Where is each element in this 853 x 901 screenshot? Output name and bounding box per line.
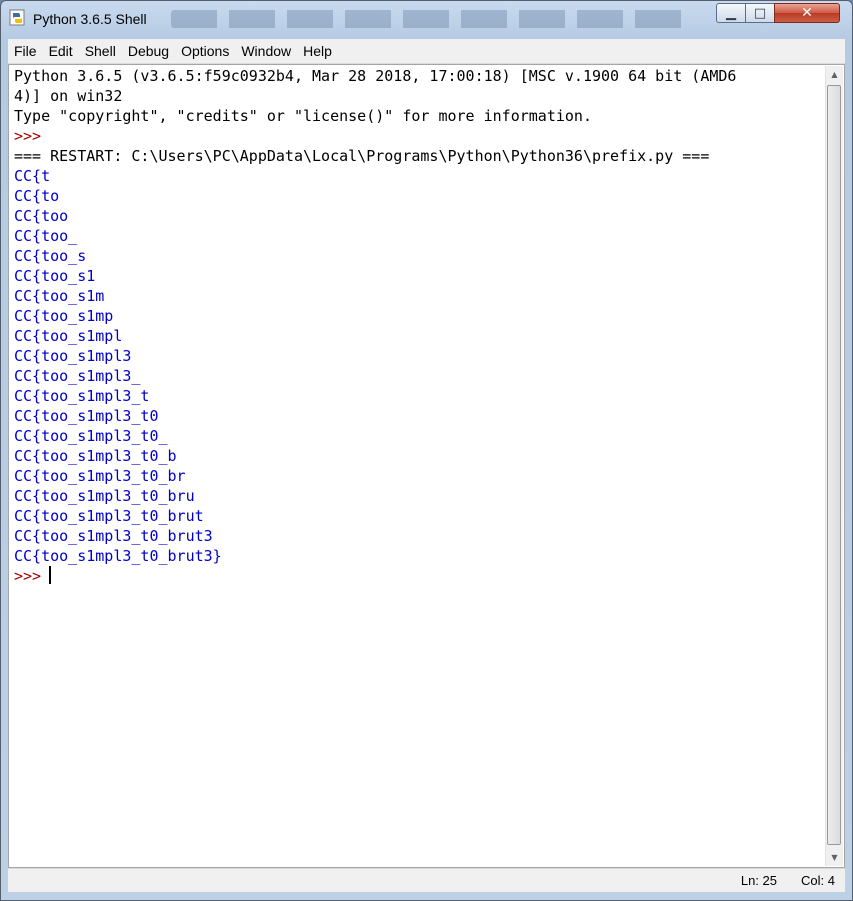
shell-text-area[interactable]: Python 3.6.5 (v3.6.5:f59c0932b4, Mar 28 … bbox=[8, 64, 845, 868]
output-line: CC{too_s1m bbox=[14, 287, 105, 305]
restart-banner: === RESTART: C:\Users\PC\AppData\Local\P… bbox=[14, 147, 710, 165]
output-line: CC{too_s1mpl3_ bbox=[14, 367, 141, 385]
output-line: CC{too_s1mpl3_t0 bbox=[14, 407, 159, 425]
output-line: CC{too_s1mpl3_t0_brut bbox=[14, 507, 204, 525]
menu-debug[interactable]: Debug bbox=[122, 40, 175, 62]
output-line: CC{too_s1mpl3_t0_brut3} bbox=[14, 547, 222, 565]
output-line: CC{too_s1mpl bbox=[14, 327, 123, 345]
menu-help[interactable]: Help bbox=[297, 40, 338, 62]
output-line: CC{to bbox=[14, 187, 60, 205]
maximize-icon: □ bbox=[753, 5, 767, 21]
status-bar: Ln: 25 Col: 4 bbox=[8, 868, 845, 892]
output-line: CC{too_ bbox=[14, 227, 78, 245]
vertical-scrollbar[interactable]: ▲ ▼ bbox=[825, 66, 843, 866]
banner-line: Python 3.6.5 (v3.6.5:f59c0932b4, Mar 28 … bbox=[14, 67, 737, 85]
column-number-indicator: Col: 4 bbox=[801, 873, 835, 888]
background-window-breadcrumb-ghost bbox=[171, 10, 691, 28]
shell-prompt: >>> bbox=[14, 567, 42, 585]
output-line: CC{too bbox=[14, 207, 69, 225]
output-line: CC{too_s1mpl3_t0_bru bbox=[14, 487, 195, 505]
prompt-line: >>> bbox=[14, 127, 51, 145]
close-button[interactable]: ✕ bbox=[774, 3, 840, 23]
output-line: CC{t bbox=[14, 167, 51, 185]
minimize-button[interactable]: ▁ bbox=[716, 3, 746, 23]
close-icon: ✕ bbox=[801, 5, 813, 21]
output-line: CC{too_s1mpl3_t0_ bbox=[14, 427, 168, 445]
menu-shell[interactable]: Shell bbox=[79, 40, 122, 62]
menu-options[interactable]: Options bbox=[175, 40, 235, 62]
shell-output: Python 3.6.5 (v3.6.5:f59c0932b4, Mar 28 … bbox=[14, 66, 822, 586]
scroll-up-arrow-icon[interactable]: ▲ bbox=[826, 66, 843, 83]
current-prompt-line[interactable]: >>> bbox=[14, 566, 822, 586]
text-cursor bbox=[49, 566, 52, 584]
output-line: CC{too_s1mpl3_t0_b bbox=[14, 447, 177, 465]
output-line: CC{too_s1 bbox=[14, 267, 96, 285]
output-line: CC{too_s1mpl3_t bbox=[14, 387, 150, 405]
menu-window[interactable]: Window bbox=[235, 40, 297, 62]
menu-bar: File Edit Shell Debug Options Window Help bbox=[8, 39, 845, 64]
menu-file[interactable]: File bbox=[8, 40, 43, 62]
scrollbar-thumb[interactable] bbox=[827, 85, 841, 845]
idle-shell-window: Python 3.6.5 Shell ▁ □ ✕ File Edit Shell De… bbox=[0, 0, 853, 901]
line-number-indicator: Ln: 25 bbox=[740, 873, 777, 888]
scroll-down-arrow-icon[interactable]: ▼ bbox=[826, 849, 843, 866]
window-title: Python 3.6.5 Shell bbox=[33, 11, 147, 27]
banner-line: Type "copyright", "credits" or "license(… bbox=[14, 107, 592, 125]
maximize-button[interactable]: □ bbox=[745, 3, 775, 23]
title-bar[interactable]: Python 3.6.5 Shell ▁ □ ✕ bbox=[1, 1, 852, 37]
output-line: CC{too_s1mp bbox=[14, 307, 114, 325]
python-icon bbox=[9, 9, 27, 27]
output-line: CC{too_s1mpl3_t0_br bbox=[14, 467, 186, 485]
minimize-icon: ▁ bbox=[726, 5, 736, 21]
output-line: CC{too_s1mpl3_t0_brut3 bbox=[14, 527, 213, 545]
output-line: CC{too_s bbox=[14, 247, 87, 265]
menu-edit[interactable]: Edit bbox=[43, 40, 79, 62]
banner-line: 4)] on win32 bbox=[14, 87, 123, 105]
output-line: CC{too_s1mpl3 bbox=[14, 347, 132, 365]
